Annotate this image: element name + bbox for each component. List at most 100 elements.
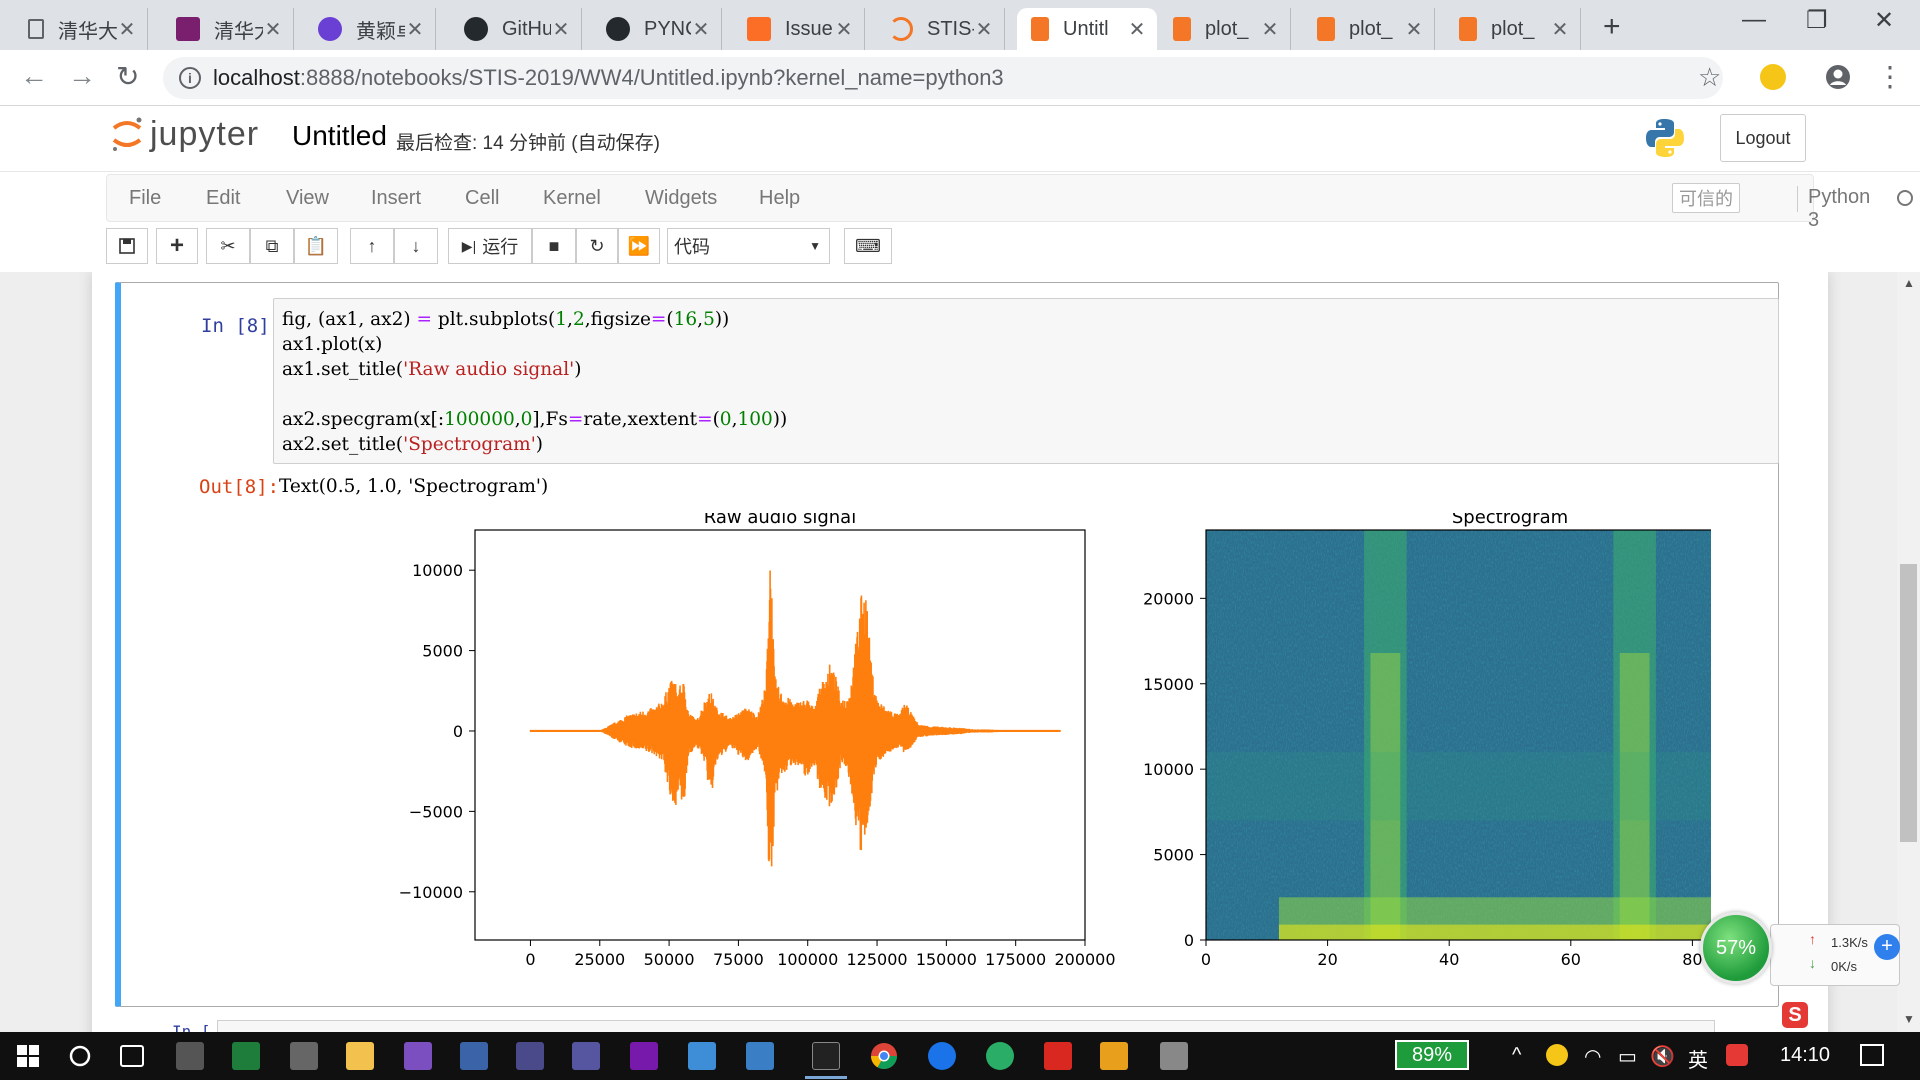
taskbar-clock[interactable]: 14:10 bbox=[1780, 1044, 1830, 1067]
close-tab-icon[interactable]: ✕ bbox=[1260, 17, 1280, 42]
browser-tab[interactable]: Issue ✕ bbox=[733, 8, 865, 50]
chrome-icon[interactable] bbox=[870, 1042, 898, 1070]
git-app-icon[interactable] bbox=[1100, 1042, 1128, 1070]
browser-tab[interactable]: Untitl ✕ bbox=[1017, 8, 1157, 50]
close-tab-icon[interactable]: ✕ bbox=[1404, 17, 1424, 42]
browser-tab[interactable]: plot_ ✕ bbox=[1303, 8, 1435, 50]
browser-tab[interactable]: STIS- ✕ bbox=[875, 8, 1005, 50]
wifi-icon[interactable]: ◠ bbox=[1584, 1044, 1601, 1069]
file-explorer-icon[interactable] bbox=[346, 1042, 374, 1070]
kernel-name[interactable]: Python 3 bbox=[1797, 186, 1870, 231]
logout-button[interactable]: Logout bbox=[1720, 114, 1806, 162]
run-button[interactable]: ▶| 运行 bbox=[448, 228, 532, 264]
network-app-icon[interactable] bbox=[746, 1042, 774, 1070]
browser-tab[interactable]: 黄颖卓✕ bbox=[304, 8, 436, 50]
paste-icon[interactable]: 📋 bbox=[294, 228, 338, 264]
battery-indicator[interactable]: 89% bbox=[1395, 1040, 1469, 1070]
palette-app-icon[interactable] bbox=[290, 1042, 318, 1070]
calculator2-app-icon[interactable] bbox=[572, 1042, 600, 1070]
browser-tab[interactable]: GitHu ✕ bbox=[450, 8, 582, 50]
pinwheel-app-icon[interactable] bbox=[176, 1042, 204, 1070]
site-info-icon[interactable]: i bbox=[179, 67, 201, 89]
close-tab-icon[interactable]: ✕ bbox=[691, 17, 711, 42]
browser-tab[interactable]: plot_ ✕ bbox=[1445, 8, 1581, 50]
url-text[interactable]: localhost:8888/notebooks/STIS-2019/WW4/U… bbox=[213, 65, 1004, 91]
close-tab-icon[interactable]: ✕ bbox=[405, 17, 425, 42]
close-tab-icon[interactable]: ✕ bbox=[117, 17, 137, 42]
cell-type-select[interactable]: 代码 ▼ bbox=[667, 228, 830, 264]
tray-expand-icon[interactable]: ^ bbox=[1512, 1044, 1521, 1067]
copy-icon[interactable]: ⧉ bbox=[250, 228, 294, 264]
tray-app-icon[interactable] bbox=[1546, 1044, 1568, 1066]
sogou-browser-icon[interactable] bbox=[928, 1042, 956, 1070]
restart-icon[interactable]: ↻ bbox=[576, 228, 618, 264]
remote-app-icon[interactable] bbox=[688, 1042, 716, 1070]
wechat-icon[interactable] bbox=[986, 1042, 1014, 1070]
windows-start-icon[interactable] bbox=[14, 1042, 42, 1070]
menu-help[interactable]: Help bbox=[759, 187, 800, 210]
back-icon[interactable]: ← bbox=[20, 60, 48, 92]
new-tab-button[interactable]: + bbox=[1603, 10, 1621, 44]
code-cell-selected[interactable]: In [8]: fig, (ax1, ax2) = plt.subplots(1… bbox=[115, 282, 1779, 1007]
move-down-icon[interactable]: ↓ bbox=[394, 228, 438, 264]
accelerate-plus-icon[interactable]: + bbox=[1874, 934, 1900, 960]
forward-icon[interactable]: → bbox=[68, 60, 96, 92]
visual-studio-icon[interactable] bbox=[404, 1042, 432, 1070]
close-window-button[interactable]: ✕ bbox=[1874, 6, 1894, 35]
keyboard-shortcuts-icon[interactable]: ⌨ bbox=[844, 228, 892, 264]
network-monitor-widget[interactable]: ↑ 1.3K/s ↓ 0K/s 57% + bbox=[1700, 904, 1900, 994]
sogou-tray-icon[interactable] bbox=[1726, 1044, 1748, 1066]
scrollbar-thumb[interactable] bbox=[1900, 564, 1917, 842]
close-tab-icon[interactable]: ✕ bbox=[551, 17, 571, 42]
interrupt-icon[interactable]: ■ bbox=[532, 228, 576, 264]
browser-tab[interactable]: plot_ ✕ bbox=[1159, 8, 1291, 50]
menu-insert[interactable]: Insert bbox=[371, 187, 421, 210]
calculator-app-icon[interactable] bbox=[516, 1042, 544, 1070]
money-app-icon[interactable] bbox=[232, 1042, 260, 1070]
save-icon[interactable] bbox=[106, 228, 148, 264]
profile-avatar-icon[interactable] bbox=[1825, 64, 1851, 90]
cpu-usage-ball[interactable]: 57% bbox=[1700, 912, 1772, 984]
onenote-icon[interactable] bbox=[630, 1042, 658, 1070]
close-tab-icon[interactable]: ✕ bbox=[974, 17, 994, 42]
notebook-name[interactable]: Untitled bbox=[292, 120, 387, 152]
jupyter-logo[interactable]: jupyter bbox=[110, 114, 259, 154]
close-tab-icon[interactable]: ✕ bbox=[1550, 17, 1570, 42]
task-view-icon[interactable] bbox=[120, 1045, 144, 1067]
reload-icon[interactable]: ↻ bbox=[116, 60, 139, 93]
browser-tab[interactable]: PYNC✕ bbox=[592, 8, 722, 50]
volume-muted-icon[interactable]: 🔇 bbox=[1650, 1044, 1675, 1069]
menu-edit[interactable]: Edit bbox=[206, 187, 240, 210]
close-tab-icon[interactable]: ✕ bbox=[1127, 17, 1147, 42]
battery-tray-icon[interactable]: ▭ bbox=[1618, 1044, 1637, 1069]
browser-menu-icon[interactable]: ⋮ bbox=[1876, 60, 1904, 93]
code-editor[interactable]: fig, (ax1, ax2) = plt.subplots(1,2,figsi… bbox=[273, 298, 1779, 464]
page-scrollbar[interactable]: ▲ ▼ bbox=[1897, 272, 1920, 1032]
dev-cpp-icon[interactable] bbox=[460, 1042, 488, 1070]
next-code-cell[interactable] bbox=[217, 1020, 1715, 1032]
extension-icon[interactable] bbox=[1760, 64, 1786, 90]
restart-run-all-icon[interactable]: ⏩ bbox=[618, 228, 660, 264]
scroll-up-icon[interactable]: ▲ bbox=[1903, 276, 1915, 290]
pdf-reader-icon[interactable] bbox=[1044, 1042, 1072, 1070]
close-tab-icon[interactable]: ✕ bbox=[263, 17, 283, 42]
sogou-ime-icon[interactable]: S bbox=[1782, 1002, 1808, 1028]
terminal-icon[interactable] bbox=[805, 1042, 847, 1079]
bookmark-star-icon[interactable]: ☆ bbox=[1698, 62, 1721, 93]
browser-tab[interactable]: 清华大✕ bbox=[14, 8, 148, 50]
trusted-indicator[interactable]: 可信的 bbox=[1672, 183, 1740, 213]
menu-view[interactable]: View bbox=[286, 187, 329, 210]
input-language[interactable]: 英 bbox=[1688, 1044, 1708, 1073]
search-icon[interactable] bbox=[66, 1042, 94, 1070]
scroll-down-icon[interactable]: ▼ bbox=[1903, 1012, 1915, 1026]
minimize-window-button[interactable]: — bbox=[1742, 6, 1766, 34]
restore-window-button[interactable]: ❐ bbox=[1806, 6, 1828, 35]
menu-kernel[interactable]: Kernel bbox=[543, 187, 601, 210]
move-up-icon[interactable]: ↑ bbox=[350, 228, 394, 264]
action-center-icon[interactable] bbox=[1860, 1044, 1884, 1066]
omnibox[interactable]: i localhost:8888/notebooks/STIS-2019/WW4… bbox=[163, 57, 1723, 99]
menu-widgets[interactable]: Widgets bbox=[645, 187, 717, 210]
menu-cell[interactable]: Cell bbox=[465, 187, 499, 210]
insert-cell-below-icon[interactable]: + bbox=[156, 228, 198, 264]
menu-file[interactable]: File bbox=[129, 187, 161, 210]
